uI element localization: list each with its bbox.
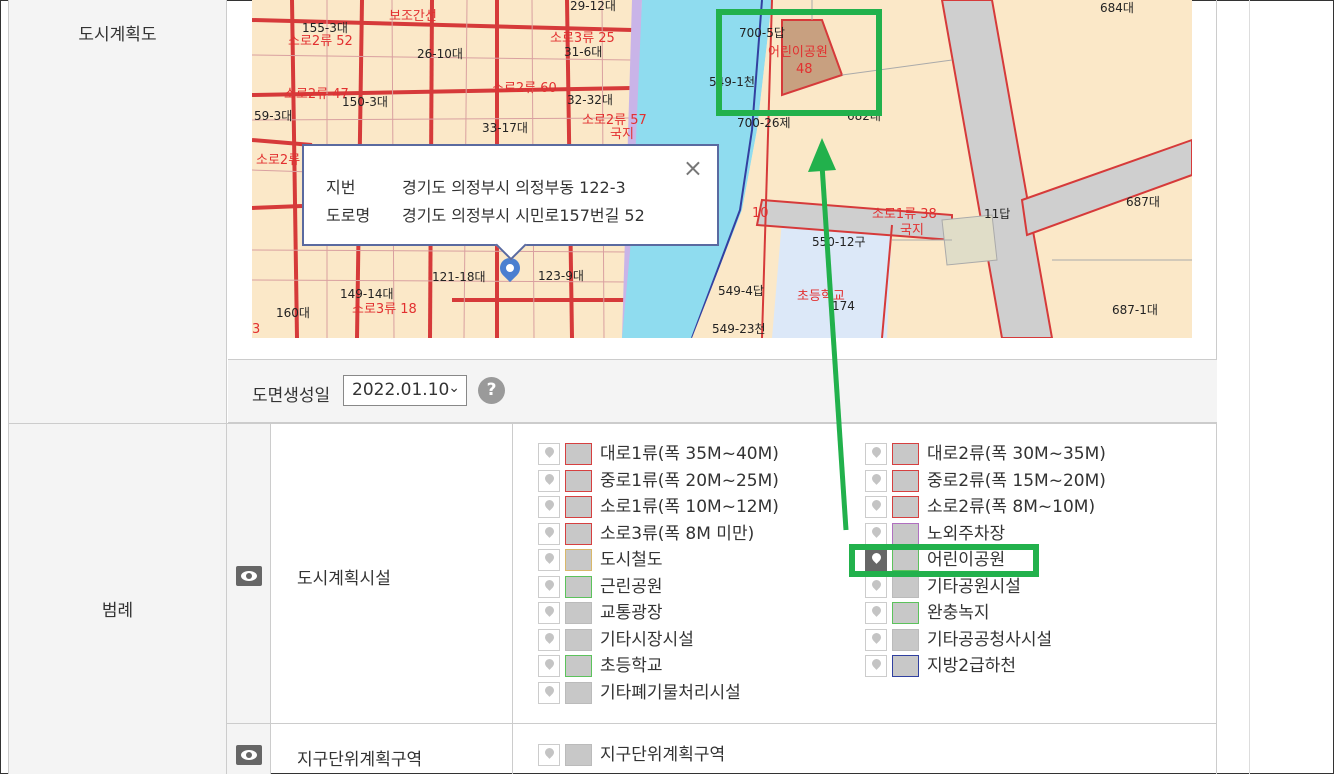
annotation-arrow bbox=[808, 138, 849, 531]
